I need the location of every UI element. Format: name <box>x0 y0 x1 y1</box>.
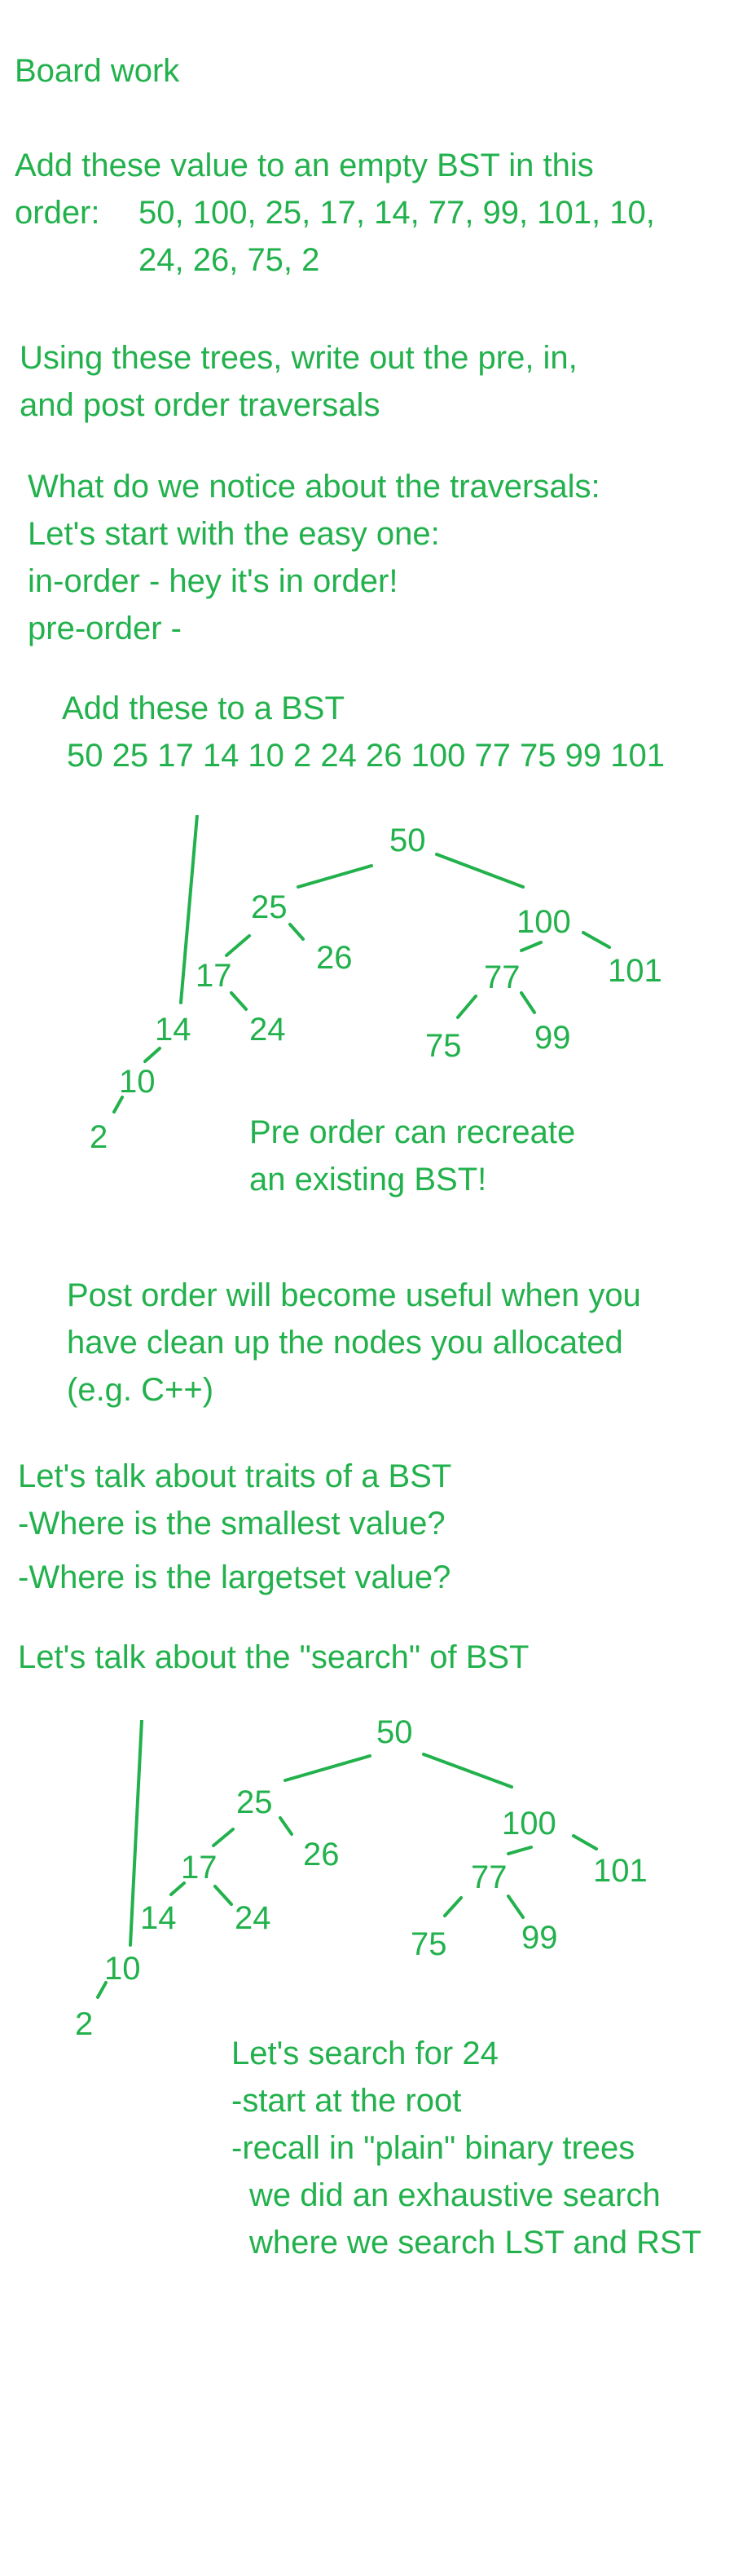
edge-25-26 <box>288 923 305 941</box>
tree1-node: 25 <box>251 889 288 925</box>
search-heading: Let's talk about the "search" of BST <box>18 1639 530 1675</box>
edge-100-77 <box>520 941 543 952</box>
tree2-node: 100 <box>502 1806 556 1842</box>
tree2-node: 77 <box>471 1859 508 1895</box>
bst-diagram-1: 50 25 26 17 24 14 10 2 100 101 77 75 99 <box>0 815 756 1158</box>
tree1-node: 101 <box>608 953 662 989</box>
edge-17-14 <box>179 815 199 1004</box>
notice-line2: Let's start with the easy one: <box>28 516 440 552</box>
edge-50-25 <box>297 864 373 889</box>
edge-77-99 <box>520 991 536 1014</box>
tree1-node: 24 <box>249 1012 286 1048</box>
tree1-node: 77 <box>484 959 521 995</box>
add-values-list-line1: 50, 100, 25, 17, 14, 77, 99, 101, 10, <box>138 195 655 231</box>
tree1-node: 75 <box>425 1028 462 1064</box>
postorder-note-line2: have clean up the nodes you allocated <box>67 1325 623 1361</box>
tree1-node: 100 <box>516 904 571 940</box>
tree1-node: 14 <box>155 1012 191 1048</box>
traversal-task-line2: and post order traversals <box>20 387 380 423</box>
edge-50-100 <box>422 1753 513 1789</box>
preorder-sequence: 50 25 17 14 10 2 24 26 100 77 75 99 101 <box>67 738 666 774</box>
notice-line1: What do we notice about the traversals: <box>28 469 600 505</box>
search-note-line5: where we search LST and RST <box>249 2225 702 2261</box>
search-note-line3: -recall in "plain" binary trees <box>231 2130 635 2166</box>
tree2-node: 50 <box>376 1720 413 1750</box>
edge-17-24 <box>230 991 248 1011</box>
edge-50-100 <box>435 853 525 889</box>
tree2-node: 75 <box>411 1926 447 1962</box>
tree2-node: 101 <box>593 1853 648 1889</box>
preorder-note-line1: Pre order can recreate <box>249 1114 576 1150</box>
tree1-node: 26 <box>316 940 353 976</box>
whiteboard-page: { "colors": { "ink": "#22b14c", "backgro… <box>0 0 756 2576</box>
search-note-line4: we did an exhaustive search <box>249 2177 661 2213</box>
tree2-node: 14 <box>140 1900 177 1936</box>
edge-17-24 <box>213 1885 233 1906</box>
edge-77-75 <box>443 1896 463 1917</box>
tree2-node: 25 <box>236 1784 273 1820</box>
preorder-note-line2: an existing BST! <box>249 1162 487 1198</box>
edge-25-17 <box>225 934 251 957</box>
tree2-node: 99 <box>521 1920 558 1956</box>
edge-100-77 <box>507 1846 533 1855</box>
notice-line3: in-order - hey it's in order! <box>28 563 398 599</box>
tree2-node: 17 <box>181 1850 218 1886</box>
add-values-order-label: order: <box>15 195 100 231</box>
tree2-node: 24 <box>235 1900 271 1936</box>
edge-100-101 <box>582 931 611 949</box>
edge-25-17 <box>212 1828 235 1847</box>
edge-25-26 <box>279 1816 293 1836</box>
tree1-node: 10 <box>119 1064 156 1100</box>
bst-diagram-2: 50 25 26 17 24 14 10 2 100 101 77 75 99 <box>0 1720 756 2062</box>
traits-line2: -Where is the smallest value? <box>18 1506 446 1542</box>
tree2-node: 2 <box>75 2006 93 2042</box>
notice-line4: pre-order - <box>28 611 182 646</box>
tree2-node: 26 <box>303 1837 340 1872</box>
edge-100-101 <box>572 1834 598 1850</box>
tree1-node: 99 <box>534 1020 571 1056</box>
add-values-list-line2: 24, 26, 75, 2 <box>138 242 320 278</box>
preorder-task-line1: Add these to a BST <box>62 690 345 726</box>
bst-diagram-1-svg: 50 25 26 17 24 14 10 2 100 101 77 75 99 <box>90 815 662 1155</box>
postorder-note-line3: (e.g. C++) <box>67 1372 214 1408</box>
bst-diagram-2-svg: 50 25 26 17 24 14 10 2 100 101 77 75 99 <box>75 1720 648 2042</box>
search-note-line2: -start at the root <box>231 2083 462 2119</box>
edge-14-10 <box>143 1047 161 1063</box>
traits-line1: Let's talk about traits of a BST <box>18 1458 452 1494</box>
postorder-note-line1: Post order will become useful when you <box>67 1277 641 1313</box>
page-title: Board work <box>15 53 180 89</box>
add-values-line1: Add these value to an empty BST in this <box>15 148 594 183</box>
tree1-node: 50 <box>389 823 426 858</box>
edge-50-25 <box>284 1754 371 1782</box>
search-note-line1: Let's search for 24 <box>231 2036 499 2071</box>
traits-line3: -Where is the largetset value? <box>18 1559 451 1595</box>
tree1-node: 2 <box>90 1119 108 1155</box>
tree1-node: 17 <box>196 958 232 994</box>
edge-77-99 <box>507 1895 525 1919</box>
edge-77-75 <box>456 995 477 1019</box>
tree2-node: 10 <box>104 1951 141 1987</box>
traversal-task-line1: Using these trees, write out the pre, in… <box>20 340 578 376</box>
